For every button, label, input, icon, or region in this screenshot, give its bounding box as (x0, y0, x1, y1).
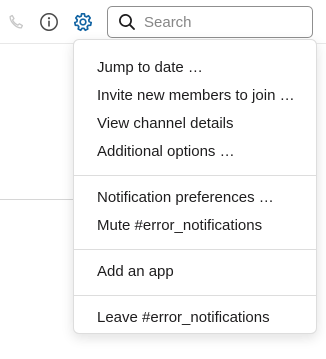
channel-options-menu: Jump to date … Invite new members to joi… (73, 39, 317, 334)
menu-item-additional-options[interactable]: Additional options … (74, 138, 316, 166)
menu-divider (74, 295, 316, 296)
info-icon[interactable] (38, 11, 60, 33)
search-icon (118, 13, 136, 31)
channel-header-view: Jump to date … Invite new members to joi… (0, 0, 326, 359)
menu-divider (74, 175, 316, 176)
menu-group-general: Jump to date … Invite new members to joi… (74, 54, 316, 166)
menu-group-apps: Add an app (74, 258, 316, 286)
menu-item-mute-channel[interactable]: Mute #error_notifications (74, 212, 316, 240)
content-divider (0, 199, 80, 200)
search-box[interactable] (107, 6, 313, 38)
menu-group-leave: Leave #error_notifications (74, 304, 316, 332)
menu-item-invite-members[interactable]: Invite new members to join … (74, 82, 316, 110)
menu-divider (74, 249, 316, 250)
menu-item-view-channel-details[interactable]: View channel details (74, 110, 316, 138)
menu-item-add-app[interactable]: Add an app (74, 258, 316, 286)
menu-item-notification-preferences[interactable]: Notification preferences … (74, 184, 316, 212)
gear-icon[interactable] (72, 11, 94, 33)
phone-icon[interactable] (5, 11, 27, 33)
menu-item-leave-channel[interactable]: Leave #error_notifications (74, 304, 316, 332)
search-input[interactable] (144, 13, 304, 31)
menu-item-jump-to-date[interactable]: Jump to date … (74, 54, 316, 82)
menu-group-notifications: Notification preferences … Mute #error_n… (74, 184, 316, 240)
